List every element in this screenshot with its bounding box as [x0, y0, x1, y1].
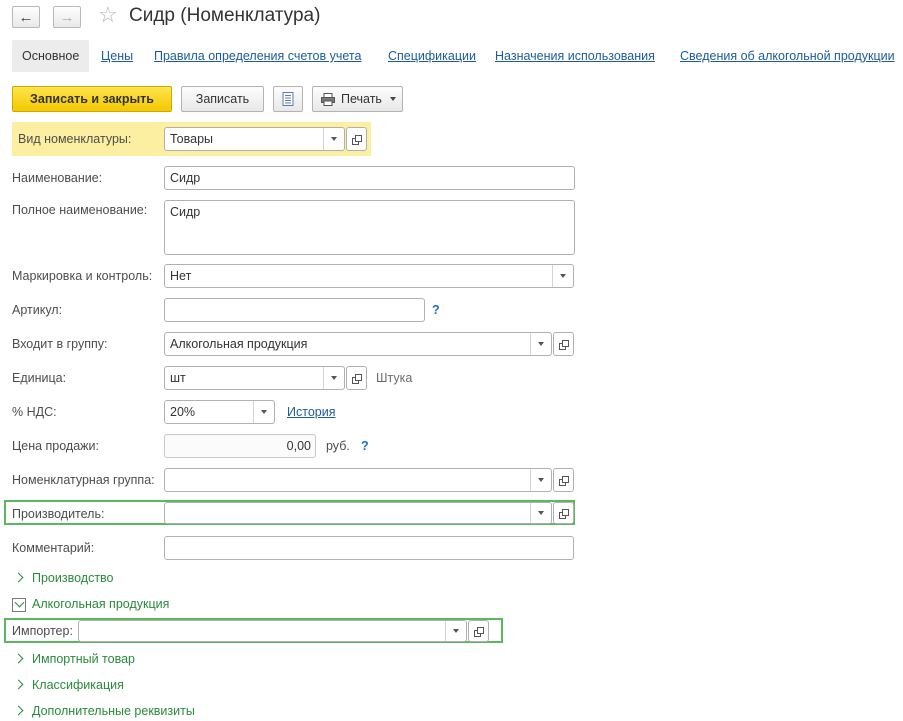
importer-label: Импортер:	[12, 624, 73, 638]
marking-select[interactable]: Нет	[164, 264, 574, 288]
group-additional-label: Дополнительные реквизиты	[32, 704, 195, 718]
chevron-right-icon	[13, 653, 24, 664]
dropdown-arrow[interactable]	[530, 333, 551, 355]
chevron-down-icon	[560, 274, 566, 278]
tab-main[interactable]: Основное	[12, 40, 90, 72]
tab-alcohol-info[interactable]: Сведения об алкогольной продукции	[680, 40, 895, 72]
chevron-down-icon	[331, 376, 337, 380]
kind-label: Вид номенклатуры:	[18, 132, 132, 146]
chevron-right-icon	[13, 705, 24, 716]
chevron-down-icon	[389, 97, 396, 101]
unit-select[interactable]: шт	[164, 366, 345, 390]
dropdown-arrow[interactable]	[323, 128, 344, 150]
dropdown-arrow[interactable]	[445, 621, 466, 641]
arrow-right-icon: →	[59, 8, 75, 26]
chevron-down-icon	[331, 137, 337, 141]
document-list-icon	[282, 92, 294, 106]
importer-select[interactable]	[78, 620, 467, 642]
dropdown-arrow[interactable]	[253, 401, 274, 423]
print-button-label: Печать	[341, 92, 382, 106]
chevron-down-icon	[538, 478, 544, 482]
dropdown-arrow[interactable]	[530, 503, 551, 523]
nomgroup-open-button[interactable]	[553, 468, 574, 492]
chevron-down-icon	[538, 342, 544, 346]
producer-select[interactable]	[164, 502, 552, 524]
nomgroup-label: Номенклатурная группа:	[12, 473, 155, 487]
dropdown-arrow[interactable]	[552, 265, 573, 287]
article-input[interactable]	[164, 298, 425, 322]
group-alcohol-label: Алкогольная продукция	[32, 597, 170, 611]
print-button[interactable]: Печать	[312, 86, 403, 112]
group-production[interactable]: Производство	[12, 571, 114, 585]
price-currency: руб.	[326, 439, 350, 453]
name-input[interactable]: Сидр	[164, 166, 575, 190]
group-imported[interactable]: Импортный товар	[12, 652, 135, 666]
unit-open-button[interactable]	[346, 366, 367, 390]
open-window-icon	[352, 373, 362, 384]
open-window-icon	[559, 339, 569, 350]
producer-open-button[interactable]	[553, 502, 574, 524]
chevron-down-icon	[261, 410, 267, 414]
open-window-icon	[474, 626, 484, 637]
arrow-left-icon: ←	[18, 8, 34, 26]
marking-label: Маркировка и контроль:	[12, 269, 153, 283]
group-classification[interactable]: Классификация	[12, 678, 124, 692]
chevron-down-icon	[538, 511, 544, 515]
group-select[interactable]: Алкогольная продукция	[164, 332, 552, 356]
vat-label: % НДС:	[12, 405, 57, 419]
chevron-down-icon	[12, 597, 26, 612]
kind-select[interactable]: Товары	[164, 127, 345, 151]
group-production-label: Производство	[32, 571, 114, 585]
save-and-close-button[interactable]: Записать и закрыть	[12, 86, 172, 112]
article-label: Артикул:	[12, 303, 63, 317]
kind-value: Товары	[170, 132, 213, 146]
save-button[interactable]: Записать	[181, 86, 264, 112]
importer-open-button[interactable]	[468, 620, 489, 642]
price-label: Цена продажи:	[12, 439, 99, 453]
fullname-label: Полное наименование:	[12, 203, 148, 217]
unit-value: шт	[170, 371, 186, 385]
open-window-icon	[352, 134, 362, 145]
vat-history-link[interactable]: История	[287, 405, 335, 419]
unit-label: Единица:	[12, 371, 67, 385]
favorite-star-icon[interactable]: ☆	[98, 4, 118, 26]
name-label: Наименование:	[12, 171, 103, 185]
group-open-button[interactable]	[553, 332, 574, 356]
producer-label: Производитель:	[12, 507, 105, 521]
price-input[interactable]: 0,00	[164, 434, 316, 458]
vat-select[interactable]: 20%	[164, 400, 275, 424]
unit-hint: Штука	[376, 371, 413, 385]
page-title: Сидр (Номенклатура)	[129, 5, 321, 26]
chevron-right-icon	[13, 572, 24, 583]
tab-usage-purposes[interactable]: Назначения использования	[495, 40, 655, 72]
comment-label: Комментарий:	[12, 541, 95, 555]
marking-value: Нет	[170, 269, 192, 283]
tab-specifications[interactable]: Спецификации	[388, 40, 476, 72]
group-imported-label: Импортный товар	[32, 652, 135, 666]
price-help-icon[interactable]: ?	[361, 439, 369, 453]
open-window-icon	[559, 508, 569, 519]
open-window-icon	[559, 475, 569, 486]
group-alcohol[interactable]: Алкогольная продукция	[12, 597, 169, 612]
comment-input[interactable]	[164, 536, 574, 560]
dropdown-arrow[interactable]	[323, 367, 344, 389]
document-list-button[interactable]	[273, 86, 303, 112]
tab-account-rules[interactable]: Правила определения счетов учета	[154, 40, 361, 72]
article-help-icon[interactable]: ?	[432, 303, 440, 317]
group-value: Алкогольная продукция	[170, 337, 308, 351]
chevron-down-icon	[453, 629, 459, 633]
printer-icon	[321, 92, 335, 106]
kind-open-button[interactable]	[346, 127, 367, 151]
forward-button[interactable]: →	[53, 6, 81, 28]
tab-prices[interactable]: Цены	[101, 40, 133, 72]
chevron-right-icon	[13, 679, 24, 690]
group-additional[interactable]: Дополнительные реквизиты	[12, 704, 195, 718]
fullname-textarea[interactable]: Сидр	[164, 200, 575, 255]
nomgroup-select[interactable]	[164, 468, 552, 492]
dropdown-arrow[interactable]	[530, 469, 551, 491]
group-classification-label: Классификация	[32, 678, 124, 692]
vat-value: 20%	[170, 405, 196, 419]
back-button[interactable]: ←	[12, 6, 40, 28]
group-label: Входит в группу:	[12, 337, 108, 351]
